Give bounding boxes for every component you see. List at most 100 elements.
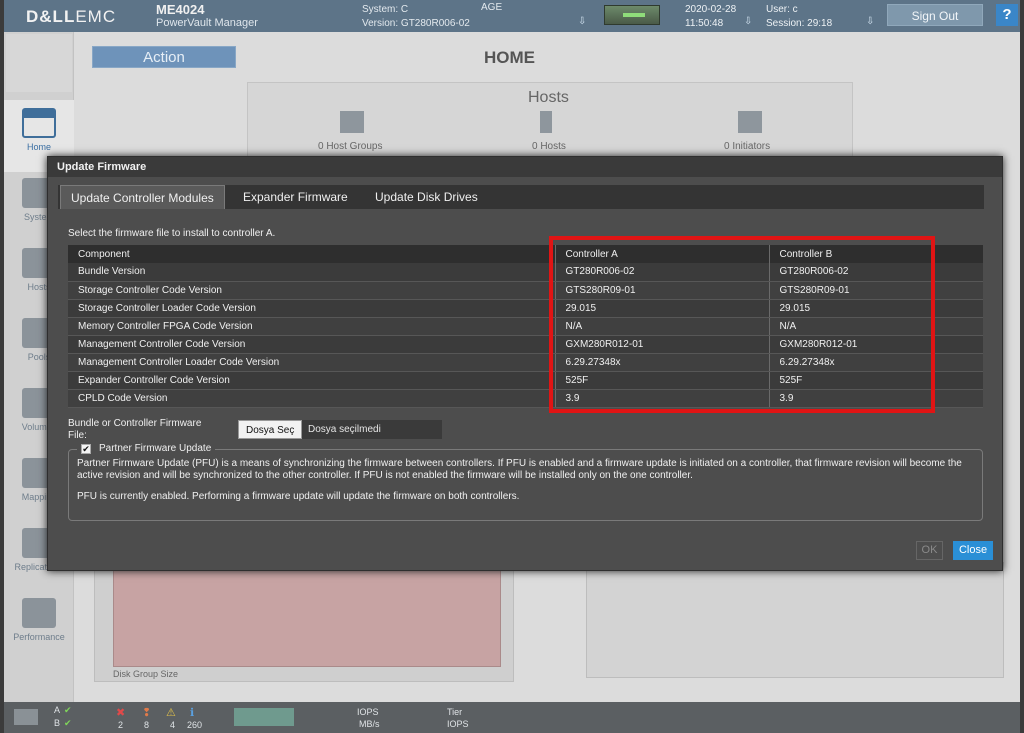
column-header-controller-a: Controller A [554, 245, 769, 263]
controller-b-cell: 6.29.27348x [768, 353, 983, 372]
firmware-version-table: Component Controller A Controller B Bund… [68, 245, 983, 408]
firmware-file-label: Bundle or Controller Firmware File: [68, 418, 202, 441]
info-icon[interactable]: ℹ [190, 706, 194, 719]
system-info: System: C Version: GT280R006-02 [362, 3, 470, 31]
component-cell: Storage Controller Loader Code Version [68, 299, 555, 318]
info-count: 260 [187, 720, 203, 730]
controller-a-cell: GT280R006-02 [554, 263, 769, 282]
controller-b-label: B [54, 718, 61, 728]
page-title: HOME [484, 48, 535, 67]
warning-icon[interactable]: ⚠ [166, 706, 176, 719]
controller-a-cell: GXM280R012-01 [554, 335, 769, 354]
enclosure-icon[interactable] [604, 5, 660, 25]
critical-icon[interactable]: ❢ [142, 706, 151, 719]
enclosure-status-icon[interactable] [14, 709, 38, 725]
host-groups-icon [340, 111, 364, 133]
controller-a-label: A [54, 705, 61, 715]
controller-b-cell: 3.9 [768, 389, 983, 408]
iops-label: IOPS [357, 707, 379, 717]
close-button[interactable]: Close [953, 541, 993, 560]
controller-b-cell: GXM280R012-01 [768, 335, 983, 354]
datetime: 2020-02-28 11:50:48 [685, 3, 736, 31]
table-header-row: Component Controller A Controller B [68, 245, 983, 263]
hosts-panel[interactable]: Hosts 0 Host Groups 0 Hosts 0 Initiators [247, 82, 853, 162]
table-row: Management Controller Code Version GXM280… [68, 335, 983, 354]
column-header-component: Component [68, 245, 555, 263]
date-text: 2020-02-28 [685, 4, 737, 15]
check-icon: ✔ [64, 705, 72, 715]
chevron-down-icon[interactable]: ⇩ [866, 16, 874, 27]
hosts-icon [540, 111, 552, 133]
host-groups-count: 0 Host Groups [318, 141, 383, 152]
system-label: System: C [362, 4, 409, 15]
tab-update-controller-modules[interactable]: Update Controller Modules [60, 185, 225, 209]
disk-group-chart [113, 567, 501, 667]
session-text: Session: 29:18 [766, 18, 833, 29]
mbs-label: MB/s [359, 719, 380, 729]
model-name: ME4024 [156, 2, 205, 17]
dellemc-logo: D&LLEMC [26, 7, 117, 26]
component-cell: CPLD Code Version [68, 389, 555, 408]
pfu-status-text: PFU is currently enabled. Performing a f… [77, 491, 520, 502]
table-row: Storage Controller Code Version GTS280R09… [68, 281, 983, 300]
capacity-bar[interactable] [234, 708, 294, 726]
tab-expander-firmware[interactable]: Expander Firmware [233, 185, 358, 209]
hosts-count: 0 Hosts [532, 141, 566, 152]
performance-icon [22, 598, 56, 628]
nav-item-performance[interactable]: Performance [4, 590, 74, 662]
no-file-chosen-text: Dosya seçilmedi [308, 424, 381, 435]
top-header: D&LLEMC ME4024 PowerVault Manager System… [4, 0, 1020, 32]
controller-b-cell: 29.015 [768, 299, 983, 318]
version-label: Version: GT280R006-02 [362, 18, 470, 29]
check-icon: ✔ [64, 718, 72, 728]
disk-group-panel: Disk Group Size [94, 562, 514, 682]
warning-count: 4 [170, 720, 176, 730]
right-panel [586, 562, 1004, 678]
table-row: Management Controller Loader Code Versio… [68, 353, 983, 372]
chevron-down-icon[interactable]: ⇩ [744, 16, 752, 27]
tier-label: Tier [447, 707, 463, 717]
table-row: Expander Controller Code Version 525F 525F [68, 371, 983, 390]
tab-bar: Update Controller Modules Expander Firmw… [58, 185, 984, 209]
user-text: User: c [766, 4, 798, 15]
controller-a-cell: GTS280R09-01 [554, 281, 769, 300]
controller-a-cell: 3.9 [554, 389, 769, 408]
firmware-file-input[interactable]: Dosya Seç Dosya seçilmedi [238, 420, 442, 439]
system-name: AGE [481, 2, 503, 13]
table-row: Storage Controller Loader Code Version 29… [68, 299, 983, 318]
nav-logo-area [6, 34, 72, 92]
ok-button[interactable]: OK [916, 541, 943, 560]
initiators-count: 0 Initiators [724, 141, 771, 152]
critical-count: 8 [144, 720, 150, 730]
chevron-down-icon[interactable]: ⇩ [578, 16, 586, 27]
controller-b-cell: GTS280R09-01 [768, 281, 983, 300]
controller-a-cell: N/A [554, 317, 769, 336]
hosts-title: Hosts [528, 89, 569, 106]
action-button[interactable]: Action [92, 46, 236, 68]
home-icon [22, 108, 56, 138]
tab-update-disk-drives[interactable]: Update Disk Drives [365, 185, 488, 209]
pfu-checkbox[interactable]: ✔ [81, 444, 91, 454]
tier-iops-label: IOPS [447, 719, 469, 729]
controller-b-cell: 525F [768, 371, 983, 390]
initiators-icon [738, 111, 762, 133]
table-row: Memory Controller FPGA Code Version N/A N/… [68, 317, 983, 336]
error-icon[interactable]: ✖ [116, 706, 125, 719]
table-row: Bundle Version GT280R006-02 GT280R006-02 [68, 263, 983, 282]
controller-a-cell: 525F [554, 371, 769, 390]
disk-group-size-label: Disk Group Size [113, 669, 179, 679]
controller-b-cell: N/A [768, 317, 983, 336]
pfu-legend: ✔ Partner Firmware Update [77, 442, 216, 456]
controller-a-cell: 29.015 [554, 299, 769, 318]
choose-file-button[interactable]: Dosya Seç [238, 420, 303, 439]
help-button[interactable]: ? [996, 4, 1018, 26]
component-cell: Bundle Version [68, 263, 555, 282]
update-firmware-dialog: Update Firmware Update Controller Module… [47, 156, 1003, 571]
component-cell: Expander Controller Code Version [68, 371, 555, 390]
component-cell: Management Controller Code Version [68, 335, 555, 354]
component-cell: Storage Controller Code Version [68, 281, 555, 300]
sign-out-button[interactable]: Sign Out [887, 4, 983, 26]
user-info: User: c Session: 29:18 [766, 3, 832, 31]
time-text: 11:50:48 [685, 18, 724, 29]
product-name: PowerVault Manager [156, 17, 258, 29]
